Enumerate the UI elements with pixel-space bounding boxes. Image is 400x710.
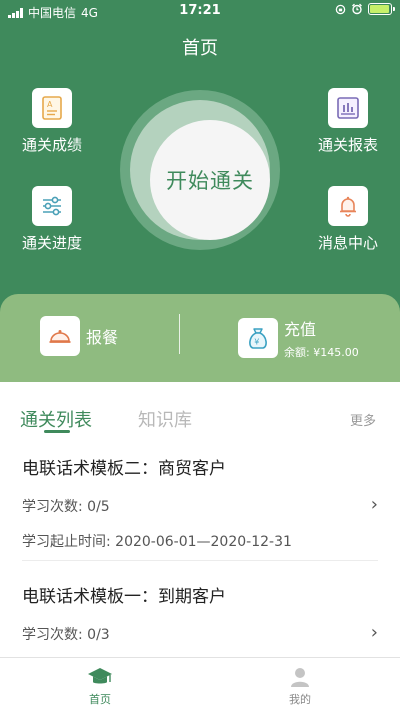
lock-rotation-icon <box>335 4 346 14</box>
quick-actions-band: 报餐 ¥ 充值 余额: ¥145.00 <box>0 294 400 384</box>
more-link[interactable]: 更多 <box>350 410 376 429</box>
report-chart-icon <box>337 97 359 119</box>
study-period: 学习起止时间: 2020-06-01—2020-12-31 <box>22 534 292 550</box>
alarm-icon <box>352 3 362 15</box>
bottom-tab-bar: 首页 我的 <box>0 657 400 710</box>
money-bag-icon: ¥ <box>249 328 267 349</box>
template-title: 电联话术模板二：商贸客户 <box>22 459 226 479</box>
start-button-label: 开始通关 <box>166 169 254 193</box>
feature-progress[interactable]: 通关进度 <box>7 186 97 253</box>
template-title: 电联话术模板一：到期客户 <box>22 587 226 607</box>
balance-text: 余额: ¥145.00 <box>284 346 359 359</box>
order-meal-label: 报餐 <box>86 328 119 347</box>
cloche-icon <box>49 330 71 343</box>
status-bar: 中国电信 4G 17:21 <box>0 0 400 22</box>
graduation-cap-icon <box>88 668 112 684</box>
study-count: 学习次数: 0/5 <box>22 499 110 515</box>
bell-icon <box>340 196 356 217</box>
band-divider <box>179 314 180 354</box>
content-tabs: 通关列表 知识库 更多 <box>0 382 400 433</box>
start-ring: 开始通关 <box>120 90 280 250</box>
hero-section: 中国电信 4G 17:21 首页 A 通关成绩 通关进度 通关报表 消息中心 开… <box>0 0 400 330</box>
divider <box>22 560 378 561</box>
certificate-icon: A <box>42 96 62 120</box>
svg-text:A: A <box>47 100 53 109</box>
svg-text:¥: ¥ <box>254 338 259 347</box>
feature-report-label: 通关报表 <box>317 136 378 154</box>
sliders-icon <box>43 196 61 216</box>
list-item[interactable]: 电联话术模板一：到期客户 学习次数: 0/3 › <box>0 582 400 657</box>
feature-messages-label: 消息中心 <box>317 234 378 252</box>
tab-knowledge-base[interactable]: 知识库 <box>138 406 192 432</box>
battery-icon <box>368 3 395 15</box>
start-button[interactable]: 开始通关 <box>150 120 270 240</box>
active-tab-indicator <box>44 430 70 433</box>
list-item[interactable]: 电联话术模板二：商贸客户 学习次数: 0/5 › 学习起止时间: 2020-06… <box>0 454 400 564</box>
tab-mine[interactable]: 我的 <box>200 658 400 710</box>
feature-scores-label: 通关成绩 <box>21 136 82 154</box>
content-panel: 通关列表 知识库 更多 电联话术模板二：商贸客户 学习次数: 0/5 › 学习起… <box>0 382 400 657</box>
user-icon <box>291 668 309 687</box>
recharge-label: 充值 <box>284 320 317 339</box>
tab-home-label: 首页 <box>89 693 111 706</box>
recharge-button[interactable]: ¥ 充值 余额: ¥145.00 <box>238 316 359 360</box>
chevron-right-icon: › <box>370 622 378 643</box>
tab-clearance-list[interactable]: 通关列表 <box>20 406 92 432</box>
feature-scores[interactable]: A 通关成绩 <box>7 88 97 155</box>
page-title: 首页 <box>182 38 218 59</box>
feature-progress-label: 通关进度 <box>21 234 82 252</box>
tab-mine-label: 我的 <box>289 693 311 706</box>
chevron-right-icon: › <box>370 494 378 515</box>
order-meal-button[interactable]: 报餐 <box>40 316 118 356</box>
study-count: 学习次数: 0/3 <box>22 627 110 643</box>
feature-report[interactable]: 通关报表 <box>303 88 393 155</box>
tab-home[interactable]: 首页 <box>0 658 200 710</box>
feature-messages[interactable]: 消息中心 <box>303 186 393 253</box>
